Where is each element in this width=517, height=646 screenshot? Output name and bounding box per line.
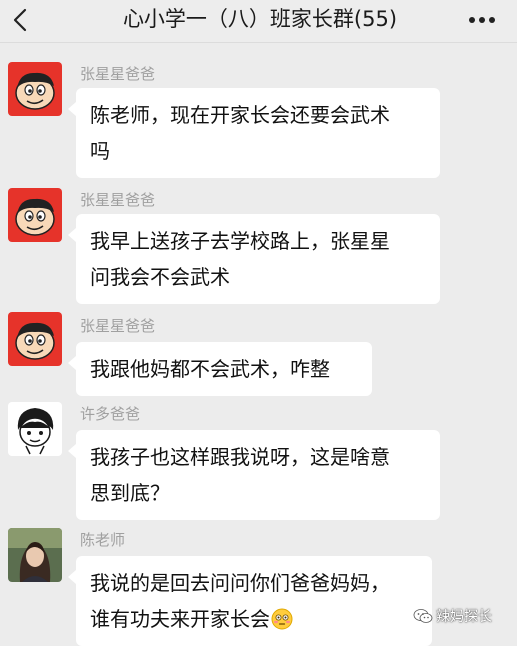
cartoon-boy-avatar[interactable] [8, 312, 62, 366]
sender-name: 张星星爸爸 [80, 317, 156, 335]
message-bubble[interactable]: 陈老师，现在开家长会还要会武术 吗 [68, 88, 440, 178]
message-line: 问我会不会武术 [90, 265, 230, 289]
message-bubble[interactable]: 我孩子也这样跟我说呀，这是啥意 思到底？ [68, 430, 440, 520]
message-line: 我早上送孩子去学校路上，张星星 [90, 229, 390, 253]
message-item: 张星星爸爸 陈老师，现在开家长会还要会武术 吗 [0, 58, 517, 178]
message-line: 我孩子也这样跟我说呀，这是啥意 [90, 445, 390, 469]
source-watermark: 辣妈探长 [413, 606, 492, 630]
message-line: 吗 [90, 139, 110, 163]
chat-header: 心小学一（八）班家长群(55) [0, 0, 517, 43]
message-line: 陈老师，现在开家长会还要会武术 [90, 103, 390, 127]
sender-name: 张星星爸爸 [80, 191, 156, 209]
message-line-with-emoji: 谁有功夫来开家长会 [90, 601, 420, 637]
message-bubble[interactable]: 我早上送孩子去学校路上，张星星 问我会不会武术 [68, 214, 440, 304]
cartoon-face-avatar[interactable] [8, 402, 62, 456]
flushed-face-emoji [271, 608, 293, 630]
teacher-photo-avatar[interactable] [8, 528, 62, 582]
message-bubble[interactable]: 我说的是回去问问你们爸爸妈妈， 谁有功夫来开家长会 [68, 556, 432, 646]
message-item: 张星星爸爸 我跟他妈都不会武术，咋整 [0, 308, 517, 396]
sender-name: 陈老师 [80, 531, 126, 549]
message-item: 许多爸爸 我孩子也这样跟我说呀，这是啥意 思到底？ [0, 400, 517, 520]
more-dots-icon[interactable] [465, 8, 499, 32]
sender-name: 张星星爸爸 [80, 65, 156, 83]
message-line: 谁有功夫来开家长会 [90, 607, 270, 631]
chevron-left-icon[interactable] [8, 6, 34, 34]
chat-title: 心小学一（八）班家长群(55) [122, 7, 398, 31]
cartoon-boy-avatar[interactable] [8, 62, 62, 116]
message-bubble[interactable]: 我跟他妈都不会武术，咋整 [68, 342, 372, 396]
message-line: 我说的是回去问问你们爸爸妈妈， [90, 571, 390, 595]
message-line: 我跟他妈都不会武术，咋整 [90, 357, 330, 381]
message-line: 思到底？ [90, 481, 170, 505]
wechat-logo-icon [413, 608, 433, 624]
watermark-text: 辣妈探长 [436, 609, 492, 625]
cartoon-boy-avatar[interactable] [8, 188, 62, 242]
sender-name: 许多爸爸 [80, 405, 141, 423]
message-item: 张星星爸爸 我早上送孩子去学校路上，张星星 问我会不会武术 [0, 184, 517, 304]
